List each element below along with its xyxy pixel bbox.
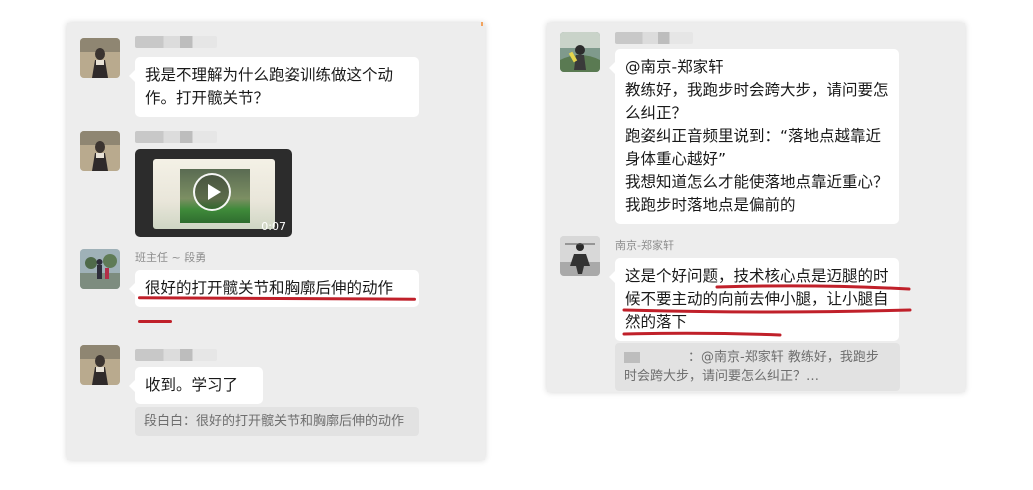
- mention-text[interactable]: @南京-郑家轩: [625, 56, 889, 79]
- video-message[interactable]: 0:07: [135, 149, 292, 237]
- message-bubble[interactable]: 收到。学习了: [129, 367, 263, 404]
- sender-name-blurred: [135, 36, 217, 48]
- highlight-underline: [715, 284, 911, 291]
- avatar[interactable]: [560, 32, 600, 72]
- message-bubble[interactable]: 我是不理解为什么跑姿训练做这个动作。打开髋关节？: [129, 57, 419, 117]
- avatar[interactable]: [80, 131, 120, 171]
- play-icon[interactable]: [193, 173, 231, 211]
- avatar[interactable]: [80, 345, 120, 385]
- avatar[interactable]: [80, 38, 120, 78]
- avatar-photo-icon: [80, 249, 120, 289]
- left-chat-panel: 我是不理解为什么跑姿训练做这个动作。打开髋关节？ 0:07 班主任 ~ 段勇 很…: [67, 22, 485, 460]
- avatar[interactable]: [560, 236, 600, 276]
- video-duration: 0:07: [261, 220, 286, 233]
- highlight-underline: [622, 331, 782, 337]
- avatar-photo-icon: [560, 236, 600, 276]
- highlight-underline: [622, 308, 912, 314]
- corner-accent: [481, 22, 483, 26]
- avatar[interactable]: [80, 249, 120, 289]
- message-text: 我是不理解为什么跑姿训练做这个动作。打开髋关节？: [145, 66, 394, 107]
- sender-name-blurred: [135, 349, 217, 361]
- sender-name-blurred: [135, 131, 217, 143]
- quoted-sender-blurred: [624, 352, 640, 363]
- message-text: 这是个好问题，技术核心点是迈腿的时候不要主动的向前去伸小腿，让小腿自然的落下: [625, 267, 889, 331]
- quoted-reply[interactable]: 段白白：很好的打开髋关节和胸廓后伸的动作: [135, 407, 419, 436]
- message-bubble[interactable]: @南京-郑家轩 教练好，我跑步时会跨大步，请问要怎么纠正？ 跑姿纠正音频里说到：…: [609, 49, 899, 224]
- highlight-underline: [138, 320, 172, 323]
- quoted-reply[interactable]: ：@南京-郑家轩 教练好，我跑步时会跨大步，请问要怎么纠正？…: [615, 343, 900, 391]
- quoted-text: 段白白：很好的打开髋关节和胸廓后伸的动作: [144, 414, 405, 429]
- avatar-photo-icon: [80, 345, 120, 385]
- sender-name-blurred: [615, 32, 693, 44]
- avatar-photo-icon: [80, 38, 120, 78]
- right-chat-panel: @南京-郑家轩 教练好，我跑步时会跨大步，请问要怎么纠正？ 跑姿纠正音频里说到：…: [547, 23, 965, 392]
- quoted-text: ：@南京-郑家轩 教练好，我跑步时会跨大步，请问要怎么纠正？…: [624, 350, 879, 384]
- message-text: 跑姿纠正音频里说到：“落地点越靠近身体重心越好”: [625, 127, 882, 168]
- sender-name: 南京-郑家轩: [615, 239, 674, 252]
- message-text: 很好的打开髋关节和胸廓后伸的动作: [145, 279, 394, 297]
- message-text: 收到。学习了: [145, 376, 239, 394]
- avatar-photo-icon: [560, 32, 600, 72]
- avatar-photo-icon: [80, 131, 120, 171]
- message-text: 教练好，我跑步时会跨大步，请问要怎么纠正？: [625, 81, 889, 122]
- message-bubble[interactable]: 很好的打开髋关节和胸廓后伸的动作: [129, 270, 419, 307]
- message-text: 我想知道怎么才能使落地点靠近重心？我跑步时落地点是偏前的: [625, 173, 889, 214]
- sender-name: 班主任 ~ 段勇: [135, 251, 207, 264]
